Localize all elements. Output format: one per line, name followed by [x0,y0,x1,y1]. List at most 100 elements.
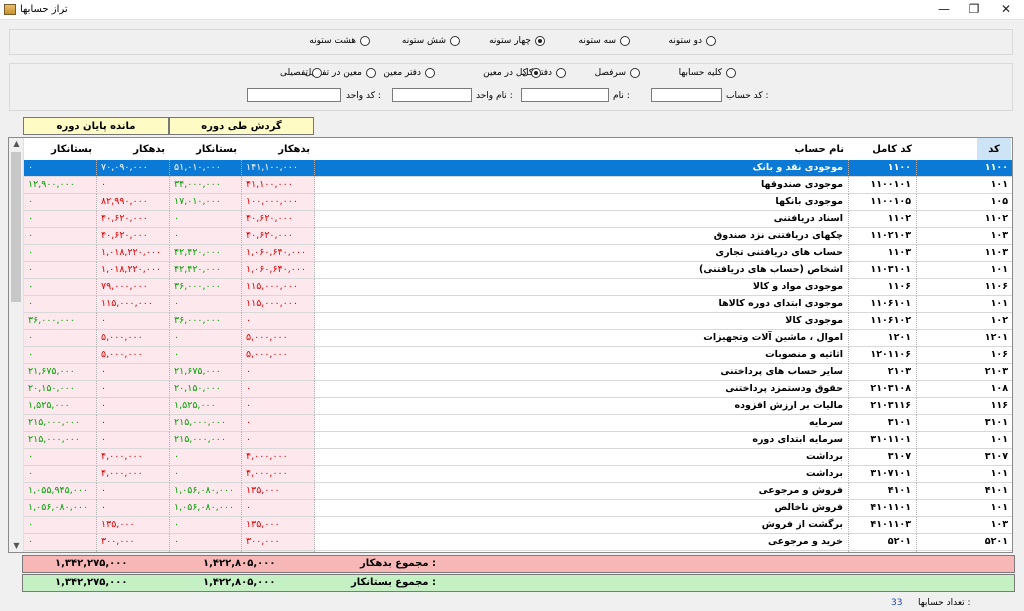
turnover-credit-cell[interactable]: ۱,۰۵۶,۰۸۰,۰۰۰ [170,500,242,517]
account-name-cell[interactable]: خرید ناخالص [315,551,849,552]
table-row[interactable]: ۱,۰۵۶,۰۸۰,۰۰۰ ۰ ۱,۰۵۶,۰۸۰,۰۰۰ ۰ فروش ناخالص ۴… [24,500,1012,517]
code-cell[interactable]: ۱۱۰۲ [917,211,1012,228]
turnover-debit-cell[interactable]: ۱۰۰,۰۰۰,۰۰۰ [242,194,315,211]
turnover-debit-cell[interactable]: ۱۴۱,۱۰۰,۰۰۰ [242,160,315,177]
account-name-cell[interactable]: اشخاص (حساب های دریافتنی) [315,262,849,279]
radio-indicator[interactable] [620,36,630,46]
table-row[interactable]: ۲۱۵,۰۰۰,۰۰۰ ۰ ۲۱۵,۰۰۰,۰۰۰ ۰ سرمایه ۳۱۰۱ ۳۱۰۱ [24,415,1012,432]
account-name-cell[interactable]: موجودی مواد و کالا [315,279,849,296]
full-code-cell[interactable]: ۳۱۰۱۱۰۱ [849,432,917,449]
closing-debit-cell[interactable]: ۴۰,۶۲۰,۰۰۰ [97,228,170,245]
account-name-cell[interactable]: موجودی ابتدای دوره کالاها [315,296,849,313]
table-row[interactable]: ۱۲,۹۰۰,۰۰۰ ۰ ۳۴,۰۰۰,۰۰۰ ۴۱,۱۰۰,۰۰۰ موجودی صن… [24,177,1012,194]
closing-credit-cell[interactable]: ۰ [24,551,97,552]
turnover-debit-cell[interactable]: ۱۳۵,۰۰۰ [242,517,315,534]
name-input[interactable] [521,88,609,102]
account-name-cell[interactable]: چکهای دریافتنی نزد صندوق [315,228,849,245]
column-count-option-3[interactable]: شش ستونه [402,36,460,46]
column-count-option-0[interactable]: دو ستونه [669,36,716,46]
closing-credit-cell[interactable]: ۱,۰۵۵,۹۴۵,۰۰۰ [24,483,97,500]
closing-debit-cell[interactable]: ۱۳۵,۰۰۰ [97,517,170,534]
closing-debit-cell[interactable]: ۱,۰۱۸,۲۲۰,۰۰۰ [97,262,170,279]
account-name-cell[interactable]: موجودی نقد و بانک [315,160,849,177]
header-code[interactable]: کد [977,138,1011,160]
account-name-cell[interactable]: مالیات بر ارزش افزوده [315,398,849,415]
scroll-up-icon[interactable]: ▲ [9,138,24,150]
closing-credit-cell[interactable]: ۰ [24,211,97,228]
turnover-credit-cell[interactable]: ۴۲,۴۲۰,۰۰۰ [170,245,242,262]
radio-indicator[interactable] [726,68,736,78]
full-code-cell[interactable]: ۱۱۰۶ [849,279,917,296]
turnover-debit-cell[interactable]: ۱۱۵,۰۰۰,۰۰۰ [242,279,315,296]
closing-credit-cell[interactable]: ۰ [24,262,97,279]
code-cell[interactable]: ۱۰۱ [917,466,1012,483]
radio-indicator[interactable] [556,68,566,78]
turnover-credit-cell[interactable]: ۴۲,۴۲۰,۰۰۰ [170,262,242,279]
turnover-credit-cell[interactable]: ۱,۰۵۶,۰۸۰,۰۰۰ [170,483,242,500]
code-cell[interactable]: ۱۰۲ [917,313,1012,330]
closing-debit-cell[interactable]: ۳۰۰,۰۰۰ [97,534,170,551]
full-code-cell[interactable]: ۵۲۰۱۱۰۱ [849,551,917,552]
header-full-code[interactable]: کد کامل [849,138,917,160]
header-closing-credit[interactable]: بستانکار [24,138,97,160]
closing-debit-cell[interactable]: ۷۰,۰۹۰,۰۰۰ [97,160,170,177]
closing-debit-cell[interactable]: ۰ [97,432,170,449]
vertical-scrollbar[interactable]: ▲ ▼ [9,138,24,552]
code-cell[interactable]: ۱۰۵ [917,194,1012,211]
radio-indicator[interactable] [366,68,376,78]
account-code-input[interactable] [651,88,722,102]
turnover-debit-cell[interactable]: ۰ [242,398,315,415]
closing-debit-cell[interactable]: ۸۲,۹۹۰,۰۰۰ [97,194,170,211]
turnover-debit-cell[interactable]: ۴,۰۰۰,۰۰۰ [242,449,315,466]
closing-credit-cell[interactable]: ۰ [24,194,97,211]
full-code-cell[interactable]: ۱۱۰۳۱۰۱ [849,262,917,279]
turnover-debit-cell[interactable]: ۰ [242,500,315,517]
closing-credit-cell[interactable]: ۰ [24,466,97,483]
code-cell[interactable]: ۱۰۱ [917,500,1012,517]
account-name-cell[interactable]: فروش ناخالص [315,500,849,517]
closing-credit-cell[interactable]: ۰ [24,330,97,347]
turnover-debit-cell[interactable]: ۰ [242,415,315,432]
column-count-option-2[interactable]: چهار ستونه [489,36,545,46]
closing-credit-cell[interactable]: ۰ [24,517,97,534]
closing-credit-cell[interactable]: ۲۰,۱۵۰,۰۰۰ [24,381,97,398]
scroll-down-icon[interactable]: ▼ [9,540,24,552]
turnover-debit-cell[interactable]: ۳۰۰,۰۰۰ [242,534,315,551]
full-code-cell[interactable]: ۱۲۰۱۱۰۶ [849,347,917,364]
turnover-credit-cell[interactable]: ۲۱۵,۰۰۰,۰۰۰ [170,415,242,432]
code-cell[interactable]: ۱۰۱ [917,551,1012,552]
radio-indicator[interactable] [630,68,640,78]
turnover-debit-cell[interactable]: ۱,۰۶۰,۶۴۰,۰۰۰ [242,245,315,262]
level-option-4[interactable]: دفتر معین [383,68,435,78]
code-cell[interactable]: ۱۰۱ [917,262,1012,279]
full-code-cell[interactable]: ۲۱۰۳۱۱۶ [849,398,917,415]
turnover-credit-cell[interactable]: ۰ [170,296,242,313]
table-row[interactable]: ۳۶,۰۰۰,۰۰۰ ۰ ۳۶,۰۰۰,۰۰۰ ۰ موجودی کالا ۱۱۰۶۱۰۲… [24,313,1012,330]
header-turnover-debit[interactable]: بدهکار [242,138,315,160]
radio-indicator[interactable] [360,36,370,46]
account-name-cell[interactable]: برگشت از فروش [315,517,849,534]
unit-name-input[interactable] [392,88,472,102]
closing-debit-cell[interactable]: ۰ [97,381,170,398]
code-cell[interactable]: ۱۱۰۰ [917,160,1012,177]
closing-debit-cell[interactable]: ۳۰۰,۰۰۰ [97,551,170,552]
closing-debit-cell[interactable]: ۰ [97,313,170,330]
turnover-credit-cell[interactable]: ۰ [170,517,242,534]
turnover-credit-cell[interactable]: ۲۰,۱۵۰,۰۰۰ [170,381,242,398]
turnover-credit-cell[interactable]: ۳۶,۰۰۰,۰۰۰ [170,313,242,330]
full-code-cell[interactable]: ۱۱۰۶۱۰۲ [849,313,917,330]
closing-credit-cell[interactable]: ۳۶,۰۰۰,۰۰۰ [24,313,97,330]
full-code-cell[interactable]: ۳۱۰۱ [849,415,917,432]
table-row[interactable]: ۰ ۴,۰۰۰,۰۰۰ ۰ ۴,۰۰۰,۰۰۰ برداشت ۳۱۰۷ ۳۱۰۷ [24,449,1012,466]
full-code-cell[interactable]: ۱۱۰۰ [849,160,917,177]
turnover-credit-cell[interactable]: ۰ [170,534,242,551]
full-code-cell[interactable]: ۱۱۰۰۱۰۵ [849,194,917,211]
full-code-cell[interactable]: ۲۱۰۳۱۰۸ [849,381,917,398]
table-row[interactable]: ۰ ۷۹,۰۰۰,۰۰۰ ۳۶,۰۰۰,۰۰۰ ۱۱۵,۰۰۰,۰۰۰ موجودی م… [24,279,1012,296]
level-option-3[interactable]: کل در معین [483,68,541,78]
table-row[interactable]: ۲۱۵,۰۰۰,۰۰۰ ۰ ۲۱۵,۰۰۰,۰۰۰ ۰ سرمایه ابتدای دو… [24,432,1012,449]
account-name-cell[interactable]: برداشت [315,449,849,466]
account-name-cell[interactable]: حساب های دریافتنی تجاری [315,245,849,262]
full-code-cell[interactable]: ۵۲۰۱ [849,534,917,551]
radio-indicator[interactable] [535,36,545,46]
